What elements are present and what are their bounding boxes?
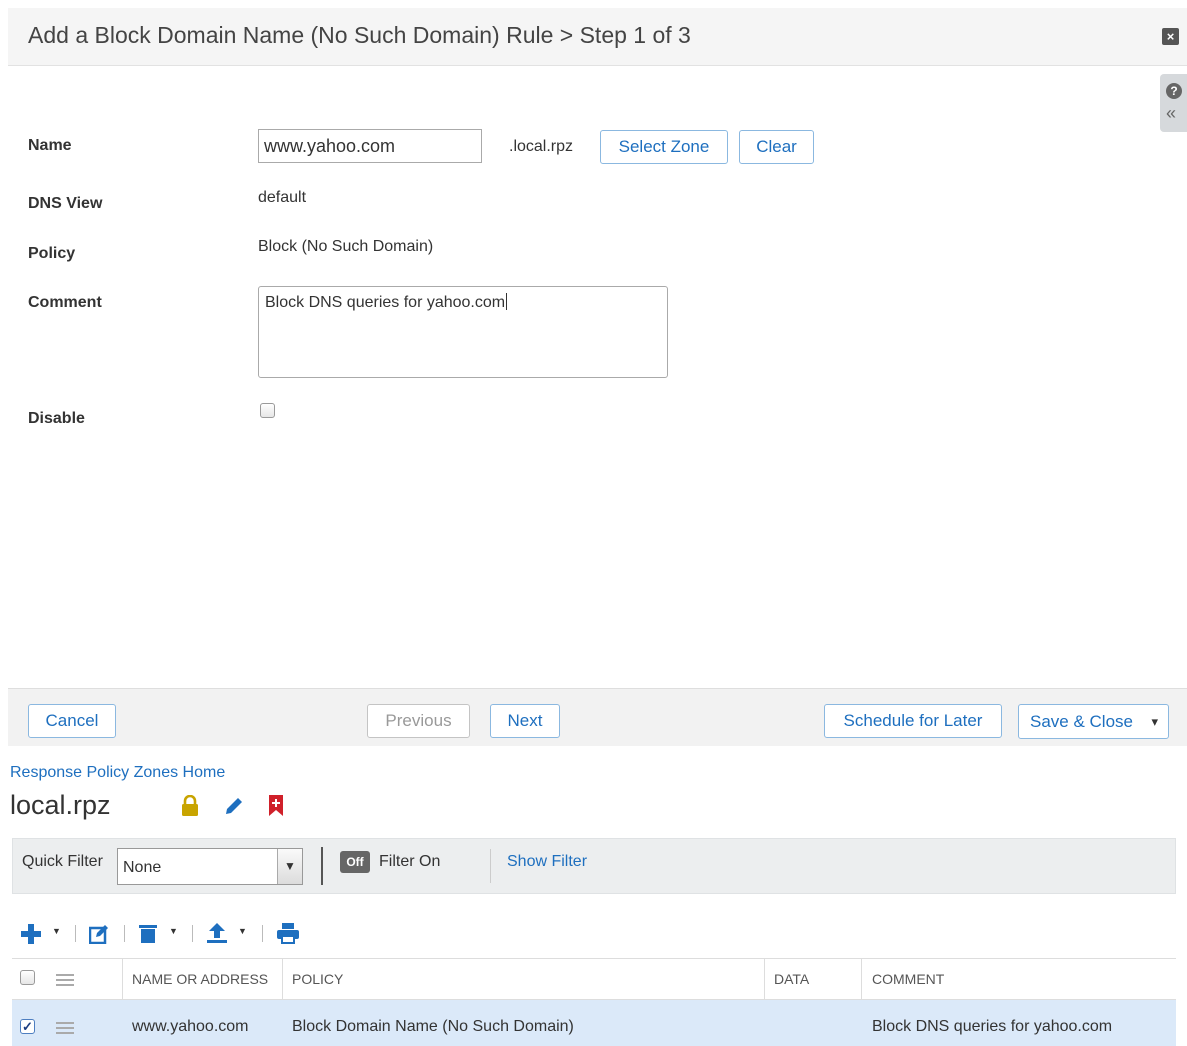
quick-filter-select[interactable]: None ▼ xyxy=(117,848,303,885)
chevron-down-icon[interactable]: ▼ xyxy=(52,926,61,936)
quick-filter-label: Quick Filter xyxy=(22,853,103,870)
dialog-footer: Cancel Previous Next Schedule for Later … xyxy=(8,688,1187,746)
column-header-data[interactable]: DATA xyxy=(774,971,809,987)
row-checkbox[interactable]: ✓ xyxy=(20,1019,35,1034)
comment-label: Comment xyxy=(28,294,102,311)
filter-toggle[interactable]: Off xyxy=(340,851,370,873)
filter-on-label: Filter On xyxy=(379,853,441,870)
column-divider xyxy=(122,959,123,1000)
bookmark-icon[interactable] xyxy=(267,794,285,818)
row-menu-icon[interactable] xyxy=(56,1022,74,1034)
column-menu-icon[interactable] xyxy=(56,974,74,986)
edit-icon[interactable] xyxy=(89,924,109,944)
column-divider xyxy=(282,959,283,1000)
cell-comment: Block DNS queries for yahoo.com xyxy=(872,1018,1113,1035)
delete-icon[interactable] xyxy=(138,923,158,944)
export-icon[interactable] xyxy=(206,922,228,944)
select-zone-button[interactable]: Select Zone xyxy=(600,130,728,164)
print-icon[interactable] xyxy=(276,922,300,944)
column-header-comment[interactable]: COMMENT xyxy=(872,971,944,987)
chevron-down-icon[interactable]: ▾ xyxy=(1151,705,1158,738)
zone-suffix: .local.rpz xyxy=(509,138,574,155)
breadcrumb-rpz-home[interactable]: Response Policy Zones Home xyxy=(10,764,225,782)
show-filter-link[interactable]: Show Filter xyxy=(507,853,587,871)
save-close-button[interactable]: Save & Close ▾ xyxy=(1018,704,1169,739)
policy-value: Block (No Such Domain) xyxy=(258,238,434,255)
table-row[interactable]: ✓ www.yahoo.com Block Domain Name (No Su… xyxy=(12,1000,1176,1046)
dialog-header: Add a Block Domain Name (No Such Domain)… xyxy=(8,8,1187,66)
comment-textarea[interactable]: Block DNS queries for yahoo.com xyxy=(258,286,668,378)
policy-label: Policy xyxy=(28,245,76,262)
previous-button[interactable]: Previous xyxy=(367,704,470,738)
column-header-name[interactable]: NAME OR ADDRESS xyxy=(132,971,268,987)
table-header: NAME OR ADDRESS POLICY DATA COMMENT xyxy=(12,958,1176,1000)
edit-pencil-icon[interactable] xyxy=(223,795,245,817)
filter-divider-2 xyxy=(490,849,491,883)
select-all-checkbox[interactable] xyxy=(20,970,35,985)
cancel-button[interactable]: Cancel xyxy=(28,704,116,738)
name-label: Name xyxy=(28,137,72,154)
column-divider xyxy=(861,959,862,1000)
help-icon[interactable]: ? xyxy=(1166,83,1182,99)
comment-text: Block DNS queries for yahoo.com xyxy=(265,294,506,311)
toolbar-separator xyxy=(262,925,263,942)
filter-divider xyxy=(321,847,323,885)
filter-bar: Quick Filter None ▼ Off Filter On Show F… xyxy=(12,838,1176,894)
dns-view-label: DNS View xyxy=(28,195,103,212)
disable-checkbox[interactable] xyxy=(260,403,275,418)
help-panel[interactable]: ? « xyxy=(1160,74,1187,132)
toolbar-separator xyxy=(75,925,76,942)
column-header-policy[interactable]: POLICY xyxy=(292,971,343,987)
add-icon[interactable] xyxy=(20,923,42,945)
collapse-panel-icon[interactable]: « xyxy=(1166,104,1176,122)
chevron-down-icon[interactable]: ▼ xyxy=(277,849,302,884)
zone-title: local.rpz xyxy=(10,790,111,820)
next-button[interactable]: Next xyxy=(490,704,560,738)
toolbar-separator xyxy=(124,925,125,942)
quick-filter-value: None xyxy=(123,859,162,876)
dialog-title: Add a Block Domain Name (No Such Domain)… xyxy=(28,22,691,48)
cell-policy: Block Domain Name (No Such Domain) xyxy=(292,1018,574,1035)
lock-icon[interactable] xyxy=(180,795,200,817)
chevron-down-icon[interactable]: ▼ xyxy=(169,926,178,936)
toolbar-separator xyxy=(192,925,193,942)
disable-label: Disable xyxy=(28,410,85,427)
column-divider xyxy=(764,959,765,1000)
dns-view-value: default xyxy=(258,189,307,206)
cell-name: www.yahoo.com xyxy=(132,1018,249,1035)
text-cursor xyxy=(506,293,508,310)
clear-button[interactable]: Clear xyxy=(739,130,814,164)
save-close-label: Save & Close xyxy=(1030,712,1133,731)
schedule-for-later-button[interactable]: Schedule for Later xyxy=(824,704,1002,738)
chevron-down-icon[interactable]: ▼ xyxy=(238,926,247,936)
name-input[interactable] xyxy=(258,129,482,163)
close-icon[interactable]: × xyxy=(1162,28,1179,45)
